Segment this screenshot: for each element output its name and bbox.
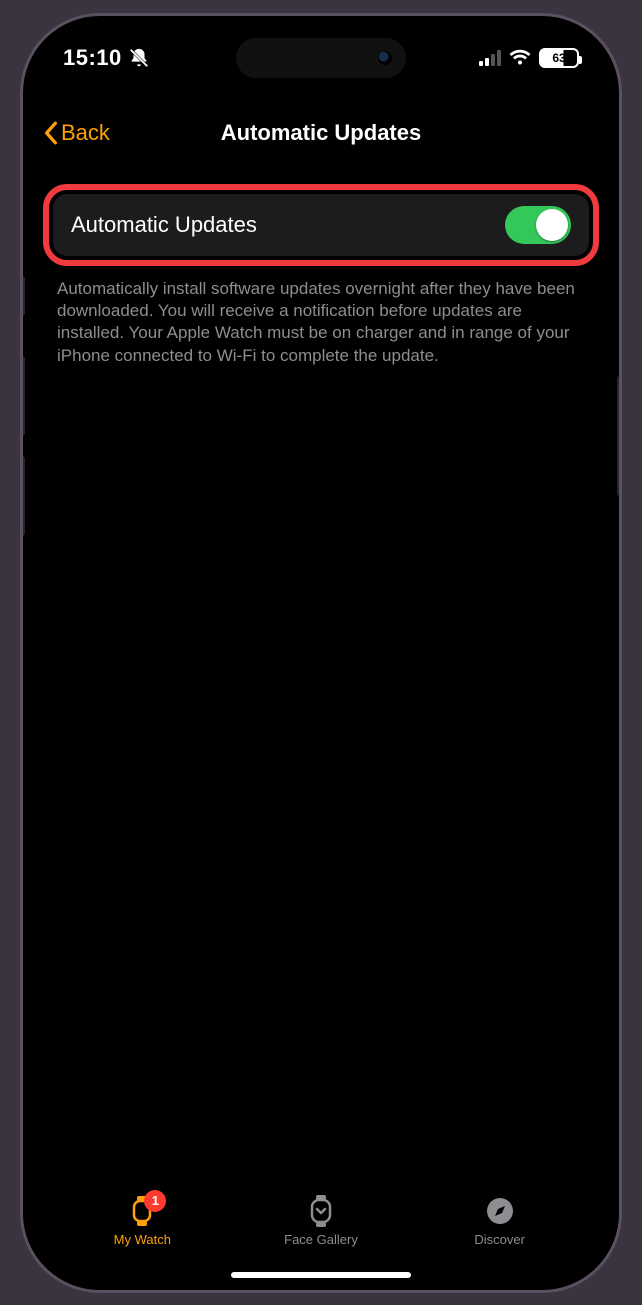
tab-badge: 1 xyxy=(144,1190,166,1212)
back-label: Back xyxy=(61,120,110,146)
tab-label: Face Gallery xyxy=(284,1232,358,1247)
tab-my-watch[interactable]: 1 My Watch xyxy=(82,1194,202,1247)
automatic-updates-toggle[interactable] xyxy=(505,206,571,244)
watch-face-icon xyxy=(304,1194,338,1228)
tab-label: Discover xyxy=(474,1232,525,1247)
tab-label: My Watch xyxy=(114,1232,171,1247)
page-title: Automatic Updates xyxy=(23,120,619,146)
chevron-left-icon xyxy=(43,121,59,145)
nav-bar: Back Automatic Updates xyxy=(23,106,619,160)
highlight-annotation: Automatic Updates xyxy=(43,184,599,266)
setting-label: Automatic Updates xyxy=(71,212,257,238)
home-indicator[interactable] xyxy=(231,1272,411,1278)
tab-face-gallery[interactable]: Face Gallery xyxy=(261,1194,381,1247)
back-button[interactable]: Back xyxy=(43,120,110,146)
toggle-knob xyxy=(536,209,568,241)
tab-discover[interactable]: Discover xyxy=(440,1194,560,1247)
phone-frame: 15:10 63 Back xyxy=(20,13,622,1293)
setting-description: Automatically install software updates o… xyxy=(43,266,599,368)
automatic-updates-row[interactable]: Automatic Updates xyxy=(53,194,589,256)
compass-icon xyxy=(483,1194,517,1228)
